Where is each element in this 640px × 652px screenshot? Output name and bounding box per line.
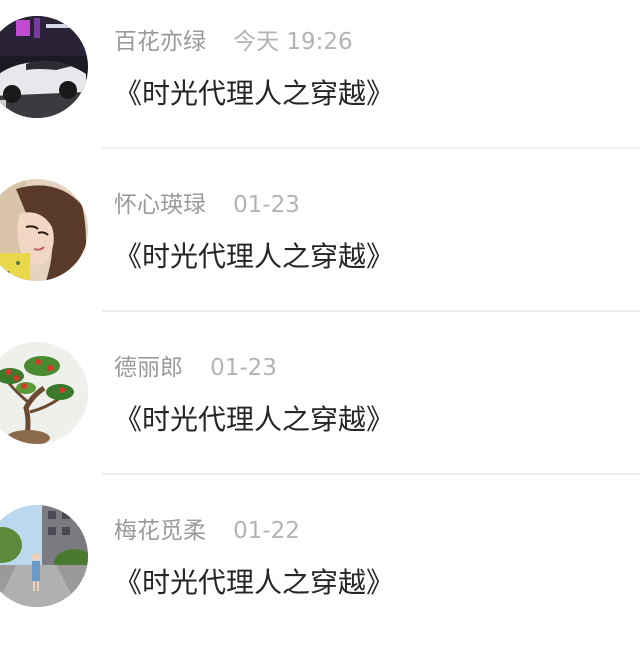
username[interactable]: 百花亦绿 xyxy=(114,29,206,55)
comment-meta: 梅花觅柔 01-22 xyxy=(114,513,300,549)
comment-meta: 百花亦绿 今天 19:26 xyxy=(114,24,353,60)
comment-meta: 怀心瑛琭 01-23 xyxy=(114,187,300,223)
car-photo-avatar-icon xyxy=(0,16,88,118)
avatar[interactable] xyxy=(0,16,88,118)
comment-item[interactable]: 梅花觅柔 01-22 《时光代理人之穿越》 xyxy=(0,489,640,652)
bonsai-photo-avatar-icon xyxy=(0,342,88,444)
comment-text[interactable]: 《时光代理人之穿越》 xyxy=(114,235,394,279)
username[interactable]: 梅花觅柔 xyxy=(114,518,206,544)
username[interactable]: 德丽郎 xyxy=(114,355,183,381)
avatar[interactable] xyxy=(0,179,88,281)
avatar[interactable] xyxy=(0,505,88,607)
divider xyxy=(102,147,640,149)
comment-item[interactable]: 怀心瑛琭 01-23 《时光代理人之穿越》 xyxy=(0,163,640,326)
comment-list: 百花亦绿 今天 19:26 《时光代理人之穿越》 怀心瑛琭 01-23 《时光代… xyxy=(0,0,640,620)
timestamp: 01-23 xyxy=(210,355,277,381)
timestamp: 01-23 xyxy=(233,192,300,218)
comment-meta: 德丽郎 01-23 xyxy=(114,350,277,386)
comment-text[interactable]: 《时光代理人之穿越》 xyxy=(114,398,394,442)
avatar[interactable] xyxy=(0,342,88,444)
timestamp: 01-22 xyxy=(233,518,300,544)
timestamp: 今天 19:26 xyxy=(233,29,353,55)
username[interactable]: 怀心瑛琭 xyxy=(114,192,206,218)
divider xyxy=(102,473,640,475)
comment-text[interactable]: 《时光代理人之穿越》 xyxy=(114,561,394,605)
comment-item[interactable]: 德丽郎 01-23 《时光代理人之穿越》 xyxy=(0,326,640,489)
street-photo-avatar-icon xyxy=(0,505,88,607)
divider xyxy=(102,310,640,312)
portrait-photo-avatar-icon xyxy=(0,179,88,281)
comment-item[interactable]: 百花亦绿 今天 19:26 《时光代理人之穿越》 xyxy=(0,0,640,163)
comment-text[interactable]: 《时光代理人之穿越》 xyxy=(114,72,394,116)
